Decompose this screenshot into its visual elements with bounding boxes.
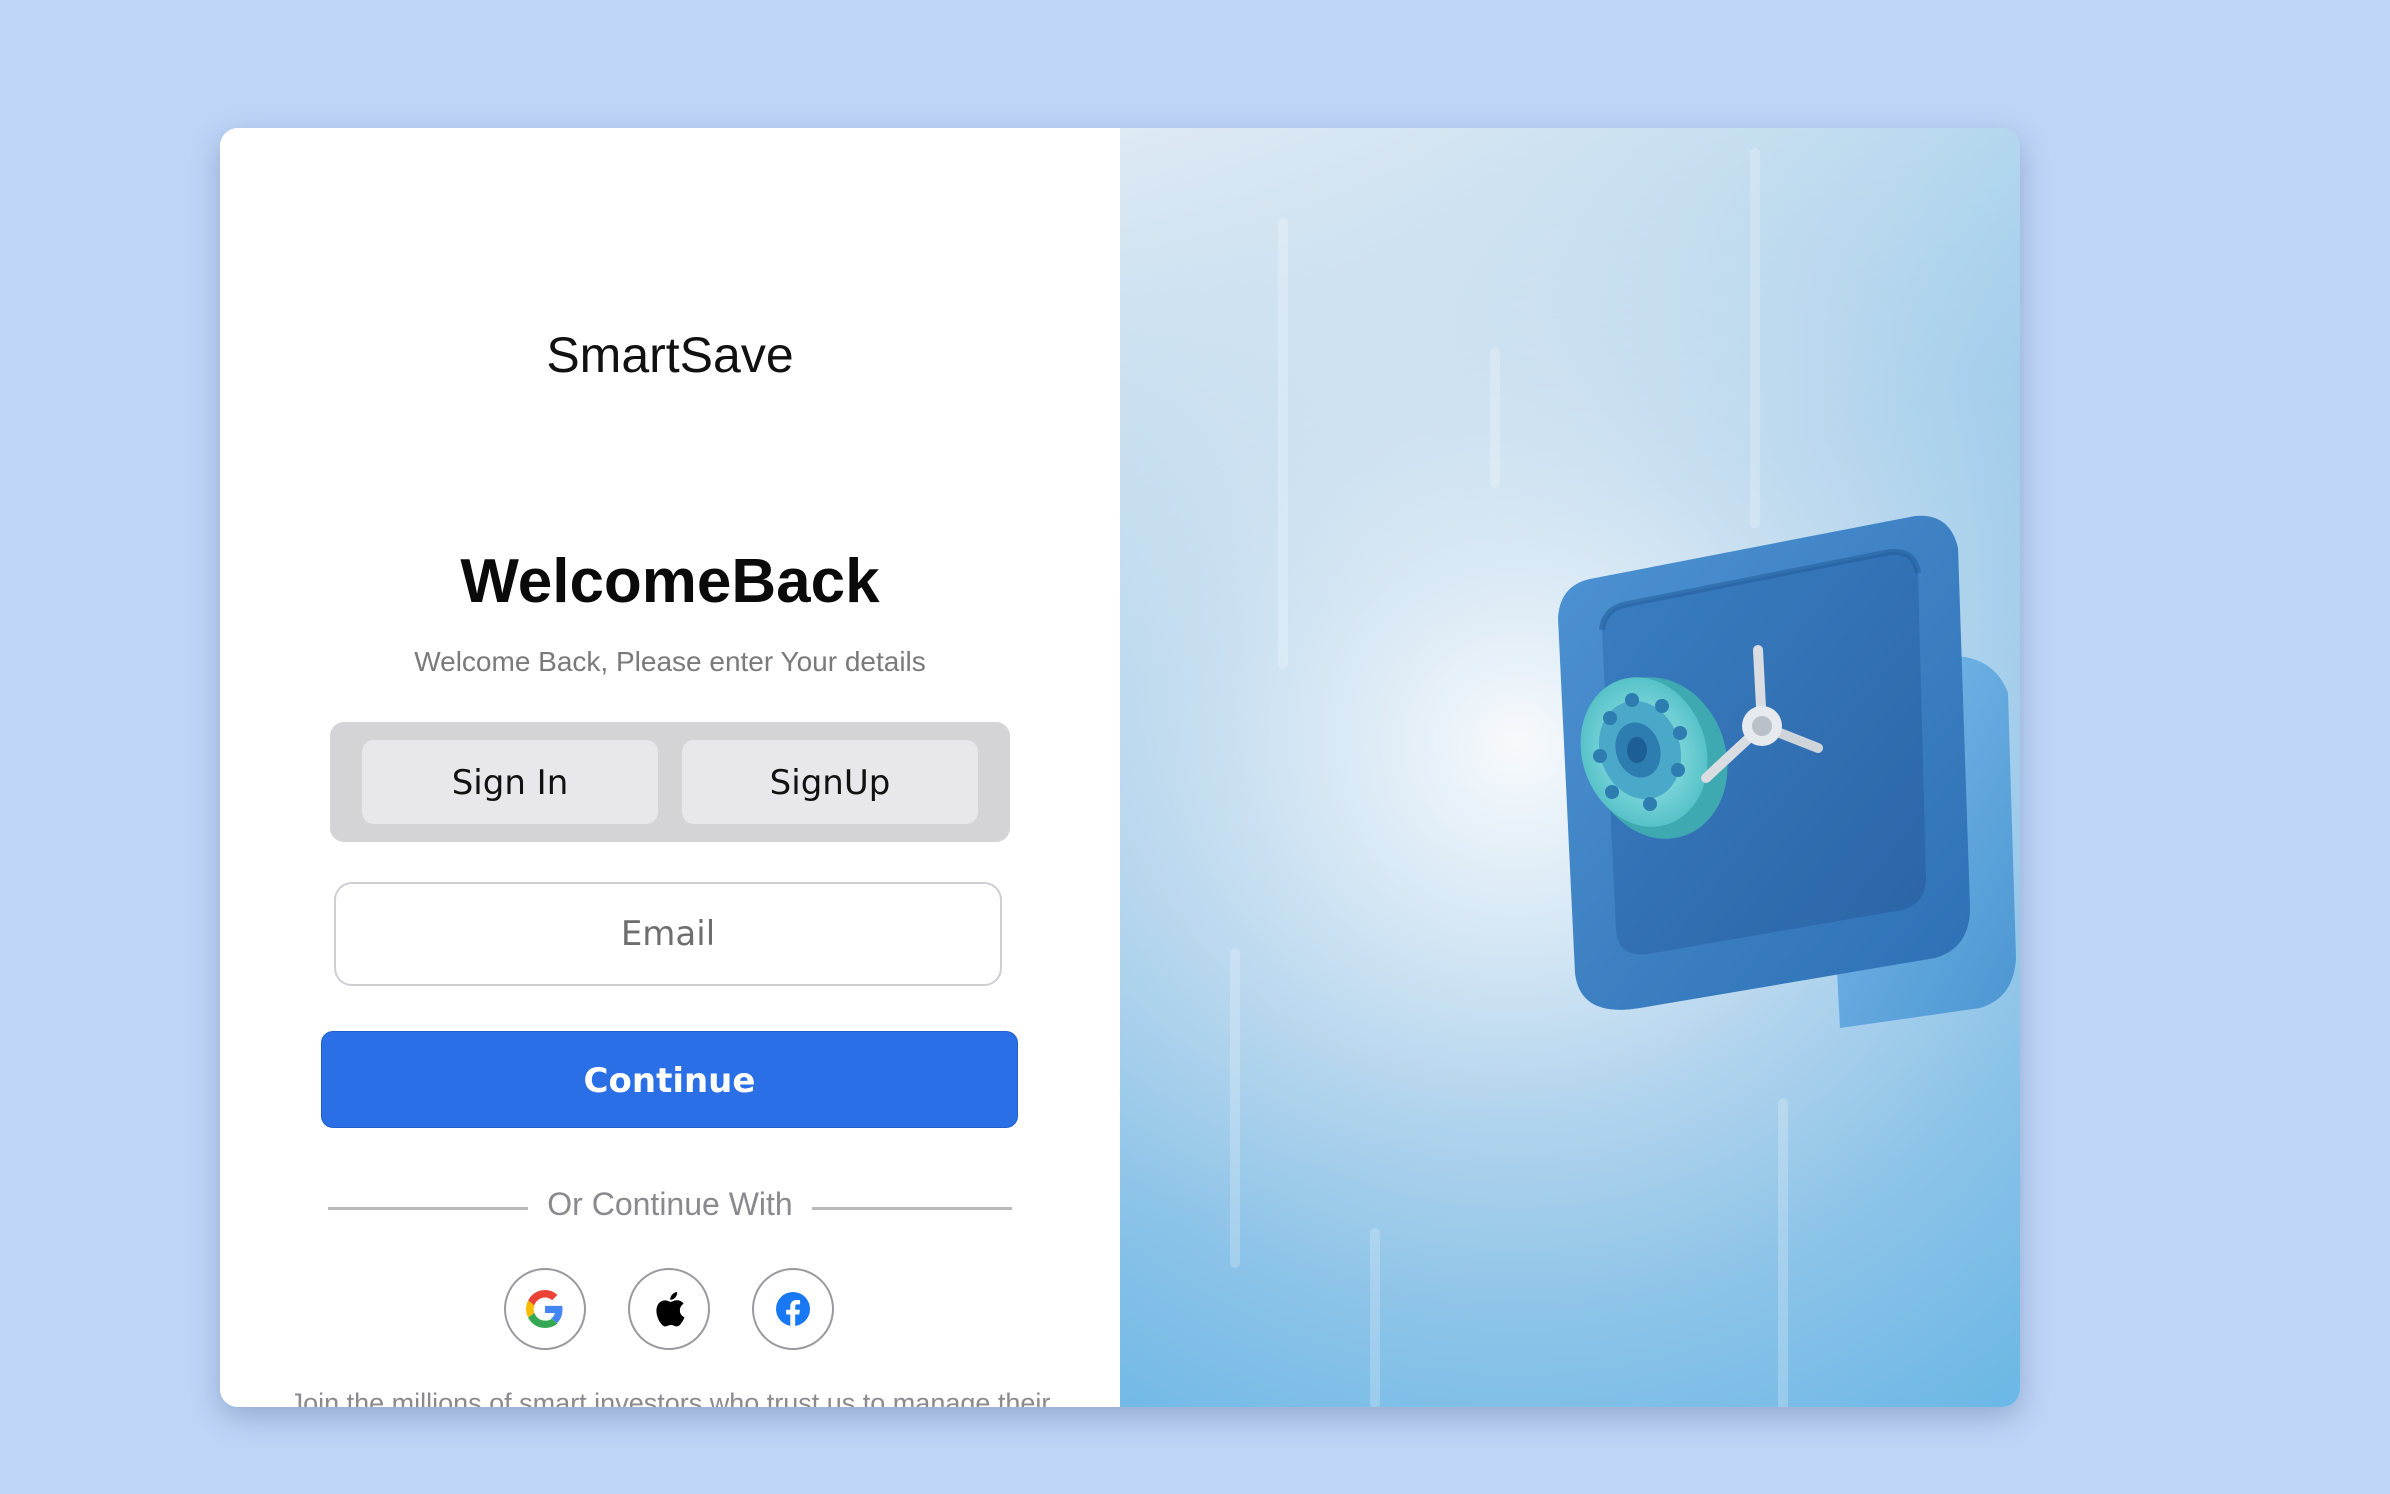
light-streak <box>1778 1098 1788 1407</box>
apple-login-button[interactable] <box>628 1268 710 1350</box>
divider-text: Or Continue With <box>547 1186 793 1222</box>
page-subtitle: Welcome Back, Please enter Your details <box>414 646 926 677</box>
light-streak <box>1278 218 1288 668</box>
apple-icon <box>656 1292 685 1327</box>
brand-name: SmartSave <box>546 327 794 383</box>
light-streak <box>1490 348 1500 488</box>
facebook-icon <box>776 1292 810 1327</box>
light-streak <box>1230 948 1240 1268</box>
auth-tab-switcher: Sign In SignUp <box>330 722 1010 842</box>
facebook-login-button[interactable] <box>752 1268 834 1350</box>
tab-sign-up[interactable]: SignUp <box>682 740 978 824</box>
email-field[interactable] <box>334 882 1002 986</box>
tab-sign-in[interactable]: Sign In <box>362 740 658 824</box>
footer-text: Join the millions of smart investors who… <box>289 1388 1051 1407</box>
auth-panel: SmartSave WelcomeBack Welcome Back, Plea… <box>220 128 1120 1407</box>
light-streak <box>1750 148 1760 528</box>
divider-line-right <box>812 1207 1012 1210</box>
auth-card: SmartSave WelcomeBack Welcome Back, Plea… <box>220 128 2020 1407</box>
safe-icon <box>1540 508 2020 1028</box>
hero-illustration-panel <box>1120 128 2020 1407</box>
continue-button[interactable]: Continue <box>321 1031 1018 1128</box>
page-title: WelcomeBack <box>460 547 880 616</box>
google-icon <box>526 1290 563 1328</box>
google-login-button[interactable] <box>504 1268 586 1350</box>
light-streak <box>1370 1228 1380 1407</box>
